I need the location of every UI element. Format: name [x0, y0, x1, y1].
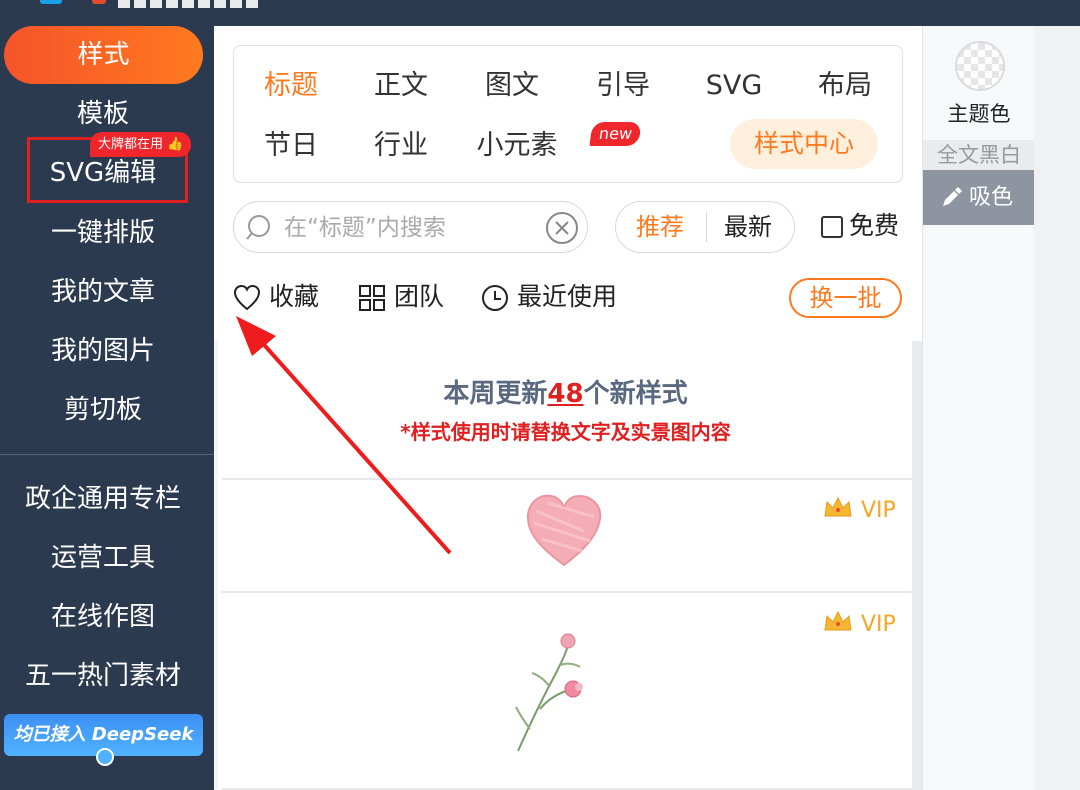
sidebar-item-online-drawing[interactable]: 在线作图: [0, 590, 206, 644]
sidebar-item-clipboard[interactable]: 剪切板: [0, 383, 206, 437]
top-bar: [0, 0, 1080, 26]
style-list: 本周更新48个新样式 *样式使用时请替换文字及实景图内容 VIP VIP: [214, 341, 922, 790]
thumbs-up-icon: 👍: [167, 137, 184, 152]
announcement-prefix: 本周更新: [443, 379, 548, 409]
right-panel: 主题色 全文黑白 吸色: [922, 26, 1035, 790]
clear-icon[interactable]: [545, 211, 579, 245]
color-picker-button[interactable]: 吸色: [923, 170, 1035, 225]
sidebar-item-may-day-materials[interactable]: 五一热门素材: [0, 649, 206, 703]
sidebar-item-my-articles[interactable]: 我的文章: [0, 265, 206, 319]
category-box: 标题 正文 图文 引导 SVG 布局 节日 行业 小元素 new 样式中心: [233, 45, 903, 183]
logo-text: [118, 0, 258, 8]
list-scrollbar[interactable]: [912, 341, 922, 790]
tab-svg[interactable]: SVG: [689, 66, 779, 106]
heart-sticker-image[interactable]: [524, 491, 604, 571]
sort-divider: [706, 212, 707, 242]
eyedropper-icon: [943, 187, 962, 206]
clock-icon: [482, 285, 508, 311]
theme-color-swatch[interactable]: [955, 41, 1005, 91]
carnation-flower-image[interactable]: [510, 629, 590, 757]
color-picker-label: 吸色: [969, 185, 1014, 210]
vip-label: VIP: [861, 612, 896, 637]
announcement-title: 本周更新48个新样式: [218, 374, 913, 414]
new-badge: new: [589, 122, 642, 146]
sidebar-item-ops-tools[interactable]: 运营工具: [0, 531, 206, 585]
tab-layout[interactable]: 布局: [800, 66, 890, 106]
sidebar-item-style[interactable]: 样式: [4, 26, 203, 84]
card-divider: [222, 478, 913, 480]
tab-image-text[interactable]: 图文: [467, 66, 557, 106]
tab-body-text[interactable]: 正文: [356, 66, 446, 106]
hot-badge-label: 大牌都在用: [98, 137, 164, 152]
announcement-note: *样式使用时请替换文字及实景图内容: [400, 420, 731, 444]
theme-color-label: 主题色: [947, 102, 1011, 126]
announcement-count[interactable]: 48: [547, 379, 583, 409]
crown-icon: [824, 610, 852, 631]
search-icon: [246, 215, 270, 240]
vip-label: VIP: [861, 498, 896, 523]
sidebar-item-one-click-layout[interactable]: 一键排版: [0, 206, 206, 260]
search-input[interactable]: [284, 210, 534, 246]
sort-toggle: 推荐 最新: [615, 201, 795, 253]
tab-holiday[interactable]: 节日: [246, 126, 336, 166]
sidebar-item-my-images[interactable]: 我的图片: [0, 324, 206, 378]
heart-icon: [233, 284, 261, 311]
favorites-label: 收藏: [269, 282, 320, 311]
sort-latest-button[interactable]: 最新: [724, 202, 772, 252]
sidebar-item-gov-column[interactable]: 政企通用专栏: [0, 472, 206, 526]
recent-label: 最近使用: [517, 282, 618, 311]
chat-bubble-icon: [96, 748, 114, 766]
tab-title[interactable]: 标题: [246, 66, 336, 106]
grid-icon: [359, 285, 385, 311]
announcement-suffix: 个新样式: [583, 379, 688, 409]
sidebar: 样式 模板 SVG编辑 大牌都在用 👍 一键排版 我的文章 我的图片 剪切板 政…: [0, 26, 214, 790]
logo-icon-secondary: [92, 0, 106, 4]
free-label[interactable]: 免费: [849, 208, 899, 244]
right-edge-panel: [1034, 26, 1080, 790]
tab-guide[interactable]: 引导: [578, 66, 668, 106]
hot-badge: 大牌都在用 👍: [90, 132, 192, 157]
logo-icon: [40, 0, 62, 4]
team-label: 团队: [394, 282, 445, 311]
sidebar-divider: [0, 454, 214, 455]
favorites-button[interactable]: 收藏: [233, 277, 333, 317]
search-box: [233, 201, 588, 253]
card-divider: [222, 591, 913, 593]
main-panel: 标题 正文 图文 引导 SVG 布局 节日 行业 小元素 new 样式中心 推荐…: [214, 26, 922, 790]
team-button[interactable]: 团队: [358, 277, 458, 317]
tab-small-elements[interactable]: 小元素: [462, 126, 572, 166]
sort-recommend-button[interactable]: 推荐: [636, 202, 684, 252]
crown-icon: [824, 496, 852, 517]
style-center-button[interactable]: 样式中心: [730, 119, 878, 169]
style-list-content: 本周更新48个新样式 *样式使用时请替换文字及实景图内容 VIP VIP: [218, 341, 913, 790]
free-checkbox[interactable]: [821, 216, 843, 238]
tab-industry[interactable]: 行业: [356, 126, 446, 166]
refresh-batch-button[interactable]: 换一批: [789, 278, 902, 318]
recent-button[interactable]: 最近使用: [481, 277, 631, 317]
black-white-toggle[interactable]: 全文黑白: [923, 140, 1035, 170]
